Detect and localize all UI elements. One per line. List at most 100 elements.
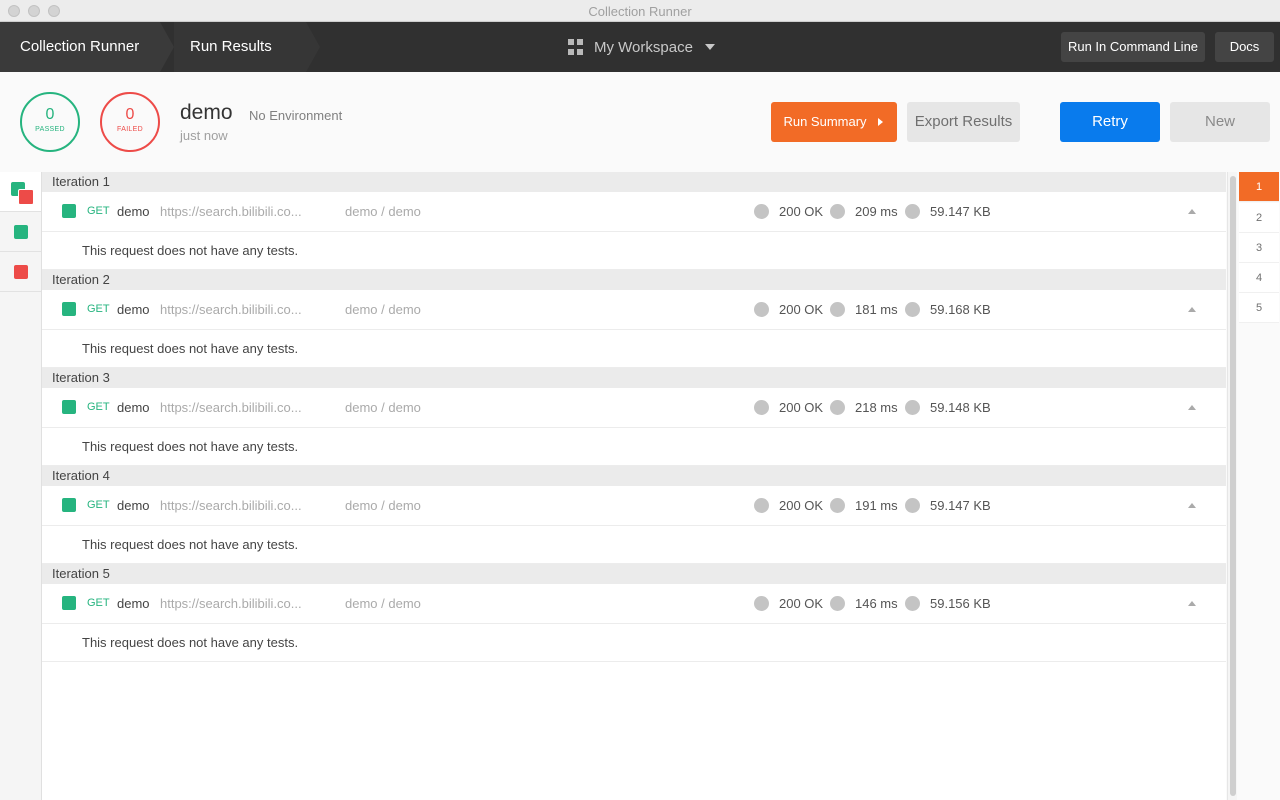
request-method: GET [87, 303, 110, 315]
response-status: 200 OK [779, 498, 824, 513]
request-status-square-icon [62, 596, 76, 610]
window-title: Collection Runner [588, 4, 692, 19]
run-timestamp: just now [180, 128, 228, 143]
request-method: GET [87, 597, 110, 609]
response-time: 218 ms [855, 400, 898, 415]
chevron-right-icon [878, 118, 883, 126]
response-time-icon [830, 302, 845, 317]
breadcrumb-separator [306, 22, 320, 72]
export-results-button[interactable]: Export Results [907, 102, 1020, 142]
response-size-icon [905, 204, 920, 219]
collapse-arrow-icon[interactable] [1188, 405, 1196, 410]
collapse-arrow-icon[interactable] [1188, 503, 1196, 508]
collapse-arrow-icon[interactable] [1188, 307, 1196, 312]
passed-count: 0 [45, 106, 55, 123]
iteration-block: Iteration 3 GET demo https://search.bili… [42, 368, 1226, 466]
iteration-page-4[interactable]: 4 [1239, 263, 1279, 293]
workspace-grid-icon [568, 39, 584, 55]
filter-passed[interactable] [0, 212, 41, 252]
iteration-block: Iteration 1 GET demo https://search.bili… [42, 172, 1226, 270]
failed-square-icon [18, 189, 34, 205]
request-row[interactable]: GET demo https://search.bilibili.co... d… [42, 192, 1226, 232]
iteration-header: Iteration 4 [42, 466, 1226, 486]
iteration-block: Iteration 4 GET demo https://search.bili… [42, 466, 1226, 564]
passed-square-icon [14, 225, 28, 239]
failed-count: 0 [125, 106, 135, 123]
run-summary-bar: 0 PASSED 0 FAILED demo No Environment ju… [0, 72, 1280, 172]
request-status-square-icon [62, 302, 76, 316]
iteration-page-3[interactable]: 3 [1239, 233, 1279, 263]
iteration-header: Iteration 1 [42, 172, 1226, 192]
window-titlebar: Collection Runner [0, 0, 1280, 22]
iteration-page-2[interactable]: 2 [1239, 203, 1279, 233]
workspace-name: My Workspace [594, 38, 693, 56]
response-size: 59.168 KB [930, 302, 991, 317]
run-summary-button[interactable]: Run Summary [771, 102, 897, 142]
passed-label: PASSED [35, 126, 65, 133]
response-time: 209 ms [855, 204, 898, 219]
request-method: GET [87, 499, 110, 511]
passed-counter: 0 PASSED [20, 92, 80, 152]
new-button[interactable]: New [1170, 102, 1270, 142]
filter-all[interactable] [0, 172, 41, 212]
request-method: GET [87, 401, 110, 413]
response-size-icon [905, 302, 920, 317]
response-time: 181 ms [855, 302, 898, 317]
test-results-message: This request does not have any tests. [42, 624, 1226, 662]
response-size: 59.147 KB [930, 204, 991, 219]
failed-label: FAILED [117, 126, 143, 133]
status-code-icon [754, 596, 769, 611]
status-code-icon [754, 204, 769, 219]
iteration-page-5[interactable]: 5 [1239, 293, 1279, 323]
request-status-square-icon [62, 204, 76, 218]
request-row[interactable]: GET demo https://search.bilibili.co... d… [42, 290, 1226, 330]
request-url: https://search.bilibili.co... [160, 596, 302, 611]
request-url: https://search.bilibili.co... [160, 498, 302, 513]
request-name: demo [117, 400, 150, 415]
collapse-arrow-icon[interactable] [1188, 601, 1196, 606]
iteration-block: Iteration 5 GET demo https://search.bili… [42, 564, 1226, 662]
response-time-icon [830, 596, 845, 611]
status-code-icon [754, 400, 769, 415]
request-name: demo [117, 302, 150, 317]
workspace-switcher[interactable]: My Workspace [568, 22, 715, 72]
results-scrollbar[interactable] [1227, 172, 1237, 800]
iteration-pager: 1 2 3 4 5 [1238, 172, 1280, 800]
response-size-icon [905, 400, 920, 415]
response-size: 59.148 KB [930, 400, 991, 415]
request-row[interactable]: GET demo https://search.bilibili.co... d… [42, 388, 1226, 428]
response-size-icon [905, 498, 920, 513]
request-collection-path: demo / demo [345, 596, 421, 611]
iteration-page-1[interactable]: 1 [1239, 172, 1279, 202]
response-time-icon [830, 204, 845, 219]
run-environment: No Environment [249, 108, 343, 123]
failed-square-icon [14, 265, 28, 279]
status-code-icon [754, 302, 769, 317]
request-collection-path: demo / demo [345, 400, 421, 415]
request-name: demo [117, 498, 150, 513]
breadcrumb-run-results[interactable]: Run Results [174, 22, 306, 72]
response-size-icon [905, 596, 920, 611]
collapse-arrow-icon[interactable] [1188, 209, 1196, 214]
request-row[interactable]: GET demo https://search.bilibili.co... d… [42, 584, 1226, 624]
request-collection-path: demo / demo [345, 498, 421, 513]
response-size: 59.147 KB [930, 498, 991, 513]
test-results-message: This request does not have any tests. [42, 526, 1226, 564]
scrollbar-thumb[interactable] [1230, 176, 1236, 796]
app-header: Collection Runner Run Results My Workspa… [0, 22, 1280, 72]
run-name: demo [180, 101, 233, 124]
iteration-header: Iteration 5 [42, 564, 1226, 584]
request-url: https://search.bilibili.co... [160, 400, 302, 415]
response-time-icon [830, 400, 845, 415]
retry-button[interactable]: Retry [1060, 102, 1160, 142]
request-collection-path: demo / demo [345, 204, 421, 219]
run-in-command-line-button[interactable]: Run In Command Line [1061, 32, 1205, 62]
results-list: Iteration 1 GET demo https://search.bili… [42, 172, 1226, 800]
response-status: 200 OK [779, 302, 824, 317]
docs-button[interactable]: Docs [1215, 32, 1274, 62]
iteration-header: Iteration 2 [42, 270, 1226, 290]
request-row[interactable]: GET demo https://search.bilibili.co... d… [42, 486, 1226, 526]
filter-failed[interactable] [0, 252, 41, 292]
breadcrumb-collection-runner[interactable]: Collection Runner [0, 22, 160, 72]
response-time-icon [830, 498, 845, 513]
